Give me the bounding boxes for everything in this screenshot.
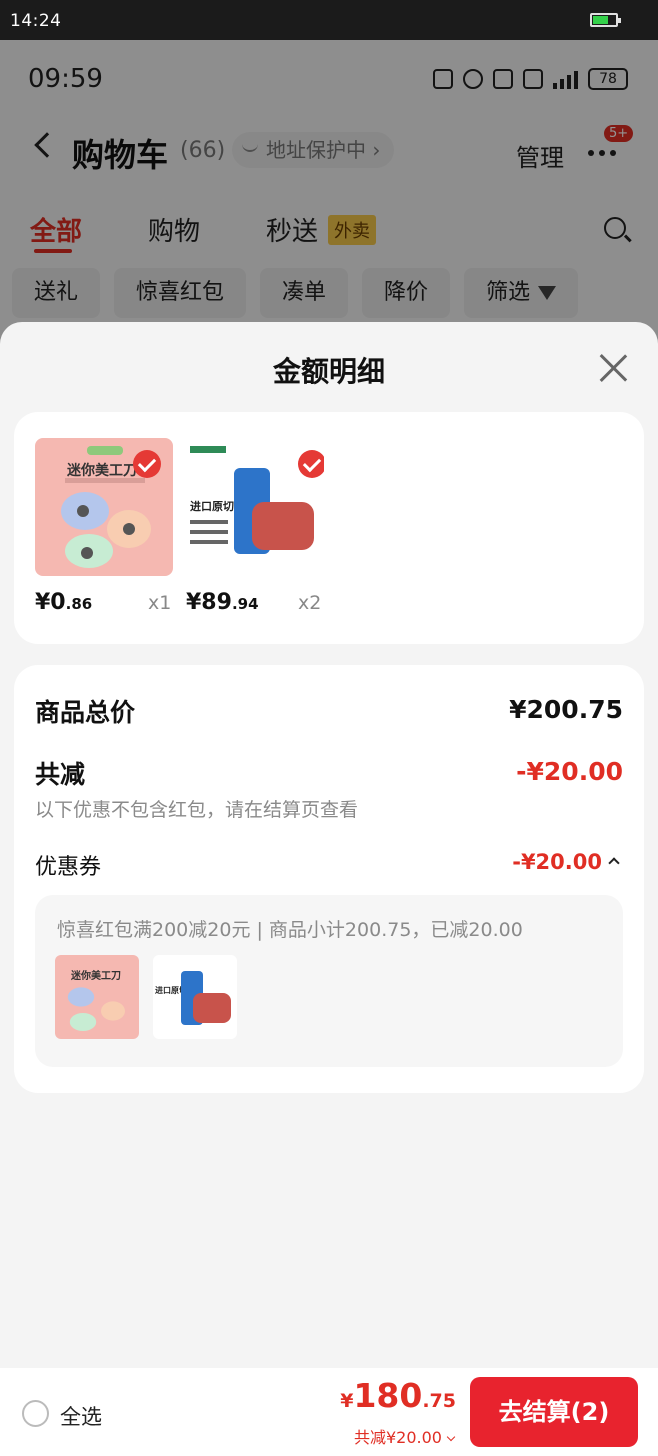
- coupon-label: 优惠券: [35, 855, 102, 880]
- price-dec: .86: [65, 595, 93, 613]
- beef: [252, 502, 314, 550]
- price-summary-card: 商品总价 ¥200.75 共减 -¥20.00 以下优惠不包含红包，请在结算页查…: [14, 665, 644, 1093]
- product-qty: x1: [148, 592, 172, 614]
- device-time: 14:24: [10, 11, 62, 31]
- feature-line: [190, 530, 228, 534]
- coupon-value: -¥20.00: [512, 850, 602, 874]
- cutter-blue: [67, 987, 95, 1007]
- coupon-product-thumb: 进口原切: [153, 955, 237, 1039]
- discount-note: 以下优惠不包含红包，请在结算页查看: [35, 799, 359, 821]
- close-icon[interactable]: [598, 352, 628, 382]
- thumb-title: 迷你美工刀: [71, 971, 121, 982]
- total-dec: .75: [422, 1390, 456, 1412]
- cutter-green: [69, 1013, 97, 1031]
- brand-logo: [190, 446, 226, 453]
- price-int: ¥89: [186, 590, 232, 615]
- product-image[interactable]: 进口原切: [186, 438, 324, 576]
- product-price: ¥89.94: [186, 590, 259, 615]
- feature-line: [190, 520, 228, 524]
- product-image-subtitle: [65, 478, 145, 483]
- chevron-down-icon: [446, 1432, 456, 1442]
- checkout-bar: 全选 ¥180.75 共减¥20.00 去结算(2): [0, 1368, 658, 1456]
- product-price: ¥0.86: [35, 590, 92, 615]
- beef: [193, 993, 231, 1023]
- total-price-value: ¥200.75: [509, 695, 623, 724]
- cutter-peach: [101, 1001, 125, 1021]
- discount-label: 共减: [35, 760, 86, 789]
- feature-line: [190, 540, 228, 544]
- currency-symbol: ¥: [340, 1390, 354, 1412]
- final-total: ¥180.75: [340, 1376, 456, 1415]
- select-all-label[interactable]: 全选: [60, 1401, 102, 1431]
- total-price-label: 商品总价: [35, 698, 136, 727]
- coupon-detail-text: 惊喜红包满200减20元 | 商品小计200.75，已减20.00: [57, 919, 523, 941]
- product-image-title: 迷你美工刀: [67, 463, 137, 479]
- total-int: 180: [353, 1376, 423, 1415]
- product-image-title: 进口原切: [190, 500, 234, 513]
- product-qty: x2: [298, 592, 322, 614]
- coupon-detail: 惊喜红包满200减20元 | 商品小计200.75，已减20.00 迷你美工刀 …: [35, 895, 623, 1067]
- cutter-peach: [107, 510, 151, 548]
- discount-value: -¥20.00: [516, 757, 623, 786]
- select-all-radio[interactable]: [22, 1400, 49, 1427]
- checked-icon[interactable]: [133, 450, 161, 478]
- saved-text: 共减¥20.00: [354, 1428, 442, 1447]
- coupon-product-thumb: 迷你美工刀: [55, 955, 139, 1039]
- product-tag: [87, 446, 123, 455]
- price-int: ¥0: [35, 590, 66, 615]
- checked-icon[interactable]: [298, 450, 324, 478]
- chevron-up-icon: [608, 857, 620, 869]
- saved-amount[interactable]: 共减¥20.00: [354, 1424, 456, 1448]
- battery-icon: [590, 13, 621, 27]
- coupon-toggle[interactable]: -¥20.00: [512, 850, 620, 874]
- sheet-title: 金额明细: [272, 355, 385, 388]
- price-dec: .94: [231, 595, 259, 613]
- product-image[interactable]: 迷你美工刀: [35, 438, 173, 576]
- selected-products-card: 迷你美工刀 进口原切 ¥0.86 x1 ¥89.94 x2: [14, 412, 644, 644]
- checkout-button[interactable]: 去结算(2): [470, 1377, 638, 1447]
- amount-detail-sheet: 金额明细 迷你美工刀 进口原切 ¥0.86 x1 ¥89.94 x2 商品总价: [0, 322, 658, 1456]
- cutter-blue: [61, 492, 109, 530]
- device-status-bar: 14:24: [0, 0, 658, 40]
- cutter-green: [65, 534, 113, 568]
